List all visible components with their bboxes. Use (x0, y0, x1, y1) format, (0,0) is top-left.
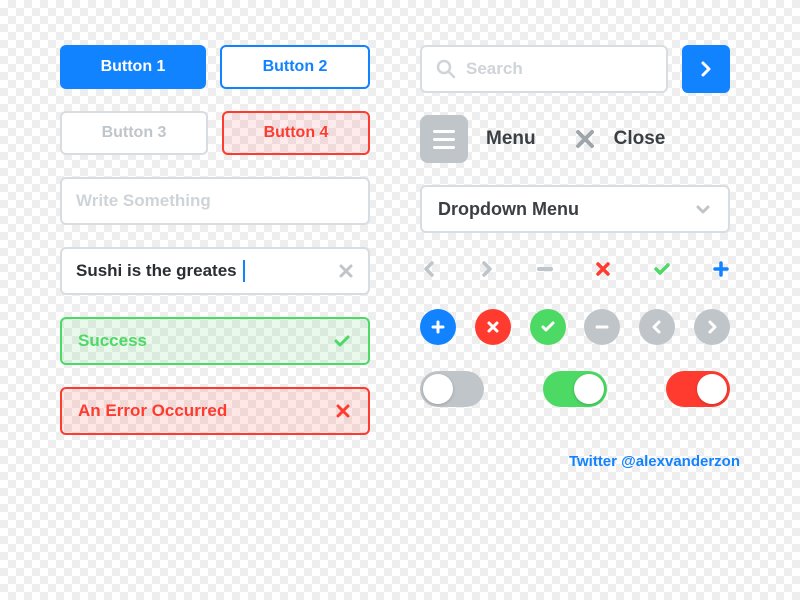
button-3[interactable]: Button 3 (60, 111, 208, 155)
alert-success: Success (60, 317, 370, 365)
text-input-empty[interactable]: Write Something (60, 177, 370, 225)
toggle-on-red[interactable] (666, 371, 730, 407)
minus-icon[interactable] (536, 260, 554, 278)
check-circle-button[interactable] (530, 309, 566, 345)
close-circle-button[interactable] (475, 309, 511, 345)
toggle-off[interactable] (420, 371, 484, 407)
menu-label: Menu (486, 128, 536, 150)
next-circle-button[interactable] (694, 309, 730, 345)
clear-icon[interactable] (338, 263, 354, 279)
check-icon (332, 331, 352, 351)
close-icon[interactable] (574, 128, 596, 150)
right-column: Search Menu Close Dropdown Menu (420, 45, 730, 435)
dropdown-menu[interactable]: Dropdown Menu (420, 185, 730, 233)
button-1[interactable]: Button 1 (60, 45, 206, 89)
search-input[interactable]: Search (420, 45, 668, 93)
text-input-filled[interactable]: Sushi is the greates (60, 247, 370, 295)
text-caret (243, 260, 245, 282)
hamburger-icon (433, 130, 455, 133)
menu-button[interactable] (420, 115, 468, 163)
x-icon (334, 402, 352, 420)
toggle-on-green[interactable] (543, 371, 607, 407)
button-4[interactable]: Button 4 (222, 111, 370, 155)
credit-text: Twitter @alexvanderzon (60, 453, 740, 470)
add-circle-button[interactable] (420, 309, 456, 345)
x-icon[interactable] (594, 260, 612, 278)
search-icon (436, 59, 456, 79)
search-placeholder: Search (466, 59, 523, 79)
chevron-down-icon (694, 200, 712, 218)
dropdown-label: Dropdown Menu (438, 199, 579, 220)
check-icon[interactable] (652, 259, 672, 279)
button-2[interactable]: Button 2 (220, 45, 370, 89)
plus-icon[interactable] (712, 260, 730, 278)
prev-circle-button[interactable] (639, 309, 675, 345)
alert-error: An Error Occurred (60, 387, 370, 435)
alert-success-text: Success (78, 331, 147, 351)
chevron-right-icon[interactable] (478, 260, 496, 278)
alert-error-text: An Error Occurred (78, 401, 227, 421)
submit-button[interactable] (682, 45, 730, 93)
chevron-right-icon (697, 60, 715, 78)
close-label: Close (614, 128, 666, 150)
placeholder-text: Write Something (76, 191, 211, 211)
minus-circle-button[interactable] (584, 309, 620, 345)
input-value: Sushi is the greates (76, 261, 237, 281)
chevron-left-icon[interactable] (420, 260, 438, 278)
left-column: Button 1 Button 2 Button 3 Button 4 Writ… (60, 45, 370, 435)
